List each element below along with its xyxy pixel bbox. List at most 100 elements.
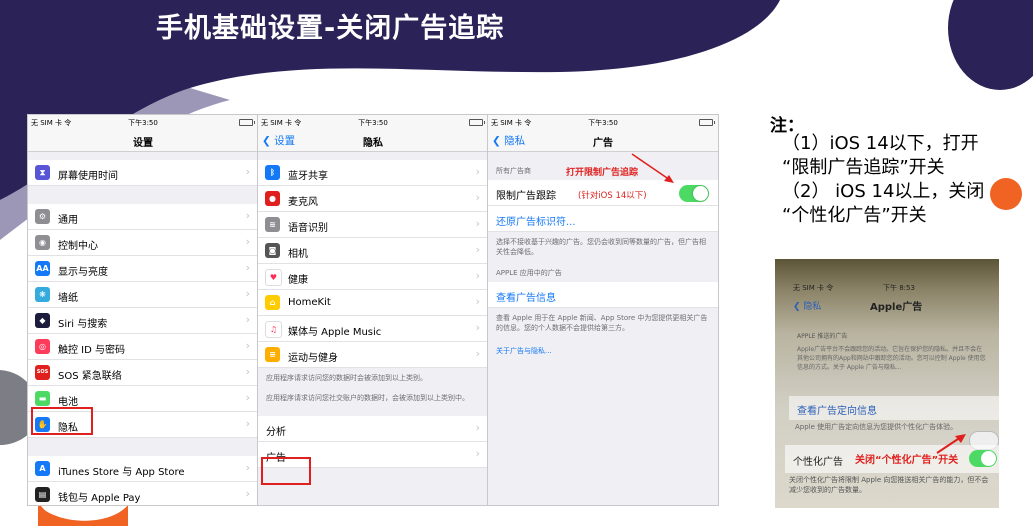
note-line-2: “限制广告追踪”开关 <box>782 157 945 178</box>
photo-arrow-icon <box>936 434 966 454</box>
list-item[interactable]: ᛒ 蓝牙共享 › <box>258 160 488 186</box>
list-item-label: 运动与健身 <box>288 353 338 364</box>
chevron-right-icon: › <box>245 261 250 274</box>
list-item-label: SOS 紧急联络 <box>58 371 122 382</box>
limit-ad-tracking-label: 限制广告跟踪 <box>496 191 556 202</box>
list-item[interactable]: ◙ 相机 › <box>258 238 488 264</box>
list-item-label: 语音识别 <box>288 223 328 234</box>
list-item[interactable]: ▤ 钱包与 Apple Pay › <box>28 482 258 505</box>
list-item[interactable]: ◎ 触控 ID 与密码 › <box>28 334 258 360</box>
siri-icon: ◆ <box>35 313 50 328</box>
about-ads-privacy-link[interactable]: 关于广告与隐私... <box>488 338 718 361</box>
photo-carrier: 无 SIM 卡 令 <box>793 284 834 292</box>
chevron-right-icon: › <box>475 217 480 230</box>
list-item-label: 屏幕使用时间 <box>58 171 118 182</box>
photo-personalized-ads-label: 个性化广告 <box>793 457 843 468</box>
list-item[interactable]: ≋ 语音识别 › <box>258 212 488 238</box>
wallet-icon: ▤ <box>35 487 50 502</box>
note-line-3: （2） iOS 14以上，关闭 <box>782 181 985 202</box>
list-item[interactable]: AA 显示与亮度 › <box>28 256 258 282</box>
annotation-open-limit-tracking: 打开限制广告追踪 <box>566 168 639 178</box>
chevron-right-icon: › <box>475 421 480 434</box>
list-item-label: 分析 <box>266 427 286 438</box>
list-item-label: 蓝牙共享 <box>288 171 328 182</box>
chevron-right-icon: › <box>475 191 480 204</box>
list-item[interactable]: 分析 › <box>258 416 488 442</box>
list-item[interactable]: ◆ Siri 与搜索 › <box>28 308 258 334</box>
list-item[interactable]: ⧗ 屏幕使用时间 › <box>28 160 258 186</box>
status-bar: 无 SIM 卡 令 下午3:50 <box>28 115 258 129</box>
gear-icon: ⚙ <box>35 209 50 224</box>
photo-time: 下午 8:53 <box>883 284 915 292</box>
list-item[interactable]: ◉ 控制中心 › <box>28 230 258 256</box>
chevron-right-icon: › <box>475 269 480 282</box>
toggles-icon: ◉ <box>35 235 50 250</box>
nav-title: 设置 <box>133 138 153 149</box>
annotation-ios14-below: (针对iOS 14以下) <box>578 191 647 201</box>
ads-highlight <box>261 457 311 485</box>
photo-personalized-ads-toggle <box>969 450 997 467</box>
photo-back-button: ❮ 隐私 <box>793 302 822 312</box>
note-line-1: （1）iOS 14以下，打开 <box>782 133 979 154</box>
photo-title: Apple广告 <box>870 302 923 313</box>
list-item[interactable]: ♫ 媒体与 Apple Music › <box>258 316 488 342</box>
list-item-label: 健康 <box>288 275 308 286</box>
fitness-icon: ≡ <box>265 347 280 362</box>
battery-icon <box>469 119 485 126</box>
ads-note-1: 选择不接收基于兴趣的广告。您仍会收到同等数量的广告，但广告相关性会降低。 <box>496 238 706 256</box>
battery-icon <box>239 119 255 126</box>
list-item-label: 墙纸 <box>58 293 78 304</box>
list-item[interactable]: ● 麦克风 › <box>258 186 488 212</box>
list-item-label: 相机 <box>288 249 308 260</box>
bluetooth-icon: ᛒ <box>265 165 280 180</box>
list-item-label: 显示与亮度 <box>58 267 108 278</box>
list-item-label: 电池 <box>58 397 78 408</box>
chevron-right-icon: › <box>475 447 480 460</box>
list-item[interactable]: ≡ 运动与健身 › <box>258 342 488 368</box>
phone-privacy-screen: 无 SIM 卡 令 下午3:50 ❮ 设置 隐私 ᛒ 蓝牙共享 › ● 麦克风 › ≋ 语音识… <box>257 114 489 506</box>
privacy-list: ᛒ 蓝牙共享 › ● 麦克风 › ≋ 语音识别 › ◙ 相机 › ♥ 健康 › ⌂ HomeKit › ♫ 媒体与 A… <box>258 160 488 368</box>
display-icon: AA <box>35 261 50 276</box>
list-item-label: iTunes Store 与 App Store <box>58 467 185 478</box>
status-time: 下午3:50 <box>358 119 388 127</box>
photo-section-header: APPLE 推送的广告 <box>797 333 848 340</box>
view-ad-info-link[interactable]: 查看广告信息 <box>496 289 556 304</box>
camera-icon: ◙ <box>265 243 280 258</box>
chevron-right-icon: › <box>475 165 480 178</box>
status-time: 下午3:50 <box>588 119 618 127</box>
fingerprint-icon: ◎ <box>35 339 50 354</box>
photo-view-targeting-row: 查看广告定向信息 <box>789 396 999 420</box>
list-item[interactable]: SOS SOS 紧急联络 › <box>28 360 258 386</box>
limit-ad-tracking-toggle[interactable] <box>679 185 709 202</box>
chevron-right-icon: › <box>245 313 250 326</box>
chevron-right-icon: › <box>245 165 250 178</box>
chevron-right-icon: › <box>245 487 250 500</box>
music-icon: ♫ <box>265 321 282 338</box>
nav-title: 隐私 <box>363 138 383 149</box>
chevron-right-icon: › <box>245 461 250 474</box>
chevron-right-icon: › <box>475 347 480 360</box>
status-bar: 无 SIM 卡 令 下午3:50 <box>488 115 718 129</box>
list-item[interactable]: AiTunes Store 与 App Store › <box>28 456 258 482</box>
photo-mid-note: Apple 使用广告定向信息为您提供个性化广告体验。 <box>795 423 958 431</box>
reset-ad-identifier-row[interactable]: 还原广告标识符... <box>488 206 718 232</box>
note-line-4: “个性化广告”开关 <box>782 205 927 226</box>
chevron-right-icon: › <box>245 209 250 222</box>
nav-bar: ❮ 隐私 广告 <box>488 129 718 152</box>
list-item-label: 控制中心 <box>58 241 98 252</box>
microphone-icon: ● <box>265 191 280 206</box>
list-item[interactable]: ⌂ HomeKit › <box>258 290 488 316</box>
list-item[interactable]: ♥ 健康 › <box>258 264 488 290</box>
list-item[interactable]: ⚙ 通用 › <box>28 204 258 230</box>
waveform-icon: ≋ <box>265 217 280 232</box>
reset-ad-identifier-link[interactable]: 还原广告标识符... <box>496 213 576 228</box>
appstore-icon: A <box>35 461 50 476</box>
list-item-label: 麦克风 <box>288 197 318 208</box>
list-item-label: HomeKit <box>288 297 331 308</box>
view-ad-info-row[interactable]: 查看广告信息 <box>488 282 718 308</box>
list-item[interactable]: ❋ 墙纸 › <box>28 282 258 308</box>
page-title: 手机基础设置-关闭广告追踪 <box>156 13 505 44</box>
ads-note-2: 查看 Apple 用于在 Apple 新闻、App Store 中为您提供更相关… <box>496 314 708 332</box>
wallpaper-icon: ❋ <box>35 287 50 302</box>
chevron-right-icon: › <box>245 365 250 378</box>
